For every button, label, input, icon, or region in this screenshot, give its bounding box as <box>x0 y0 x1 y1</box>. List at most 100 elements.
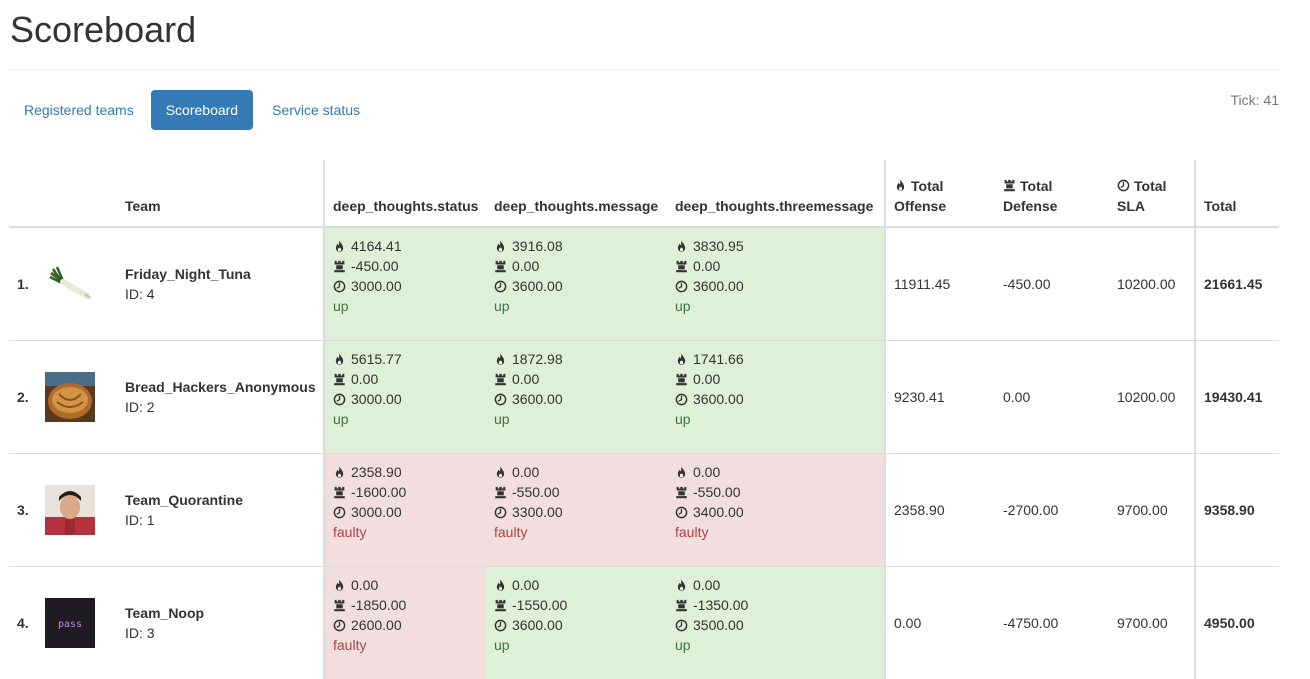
flame-icon <box>894 178 911 194</box>
rank-header <box>9 160 37 227</box>
service-header: deep_thoughts.status <box>324 160 486 227</box>
defense-score: 0.00 <box>512 369 539 389</box>
team-id: ID: 1 <box>125 510 315 530</box>
total-cell: 19430.41 <box>1195 341 1279 454</box>
defense-score-line: -1600.00 <box>333 482 478 502</box>
team-id: ID: 2 <box>125 397 315 417</box>
scoreboard-table: Team deep_thoughts.status deep_thoughts.… <box>9 160 1279 679</box>
service-status: faulty <box>494 522 659 542</box>
service-cell: 0.00-550.003300.00faulty <box>486 454 667 567</box>
flame-icon <box>333 353 351 366</box>
flame-icon <box>333 579 351 592</box>
offense-score: 0.00 <box>512 462 539 482</box>
total-offense-cell: 2358.90 <box>885 454 995 567</box>
nav-tabs: Registered teams Scoreboard Service stat… <box>9 90 375 130</box>
team-header: Team <box>117 160 324 227</box>
team-row: 3.Team_QuorantineID: 12358.90-1600.00300… <box>9 454 1279 567</box>
service-status: faulty <box>333 522 478 542</box>
offense-score: 4164.41 <box>351 236 402 256</box>
offense-score: 2358.90 <box>351 462 402 482</box>
rook-icon <box>333 373 351 386</box>
avatar-cell <box>37 227 117 341</box>
offense-score-line: 3916.08 <box>494 236 659 256</box>
sla-score-line: 3600.00 <box>494 389 659 409</box>
offense-score-line: 0.00 <box>675 462 876 482</box>
offense-score-line: 1872.98 <box>494 349 659 369</box>
total-sla-header: Total SLA <box>1109 160 1195 227</box>
service-status: up <box>494 296 659 316</box>
sla-score-line: 3300.00 <box>494 502 659 522</box>
flame-icon <box>494 579 512 592</box>
service-cell: 4164.41-450.003000.00up <box>324 227 486 341</box>
service-status: up <box>494 409 659 429</box>
flame-icon <box>494 466 512 479</box>
total-sla-cell: 10200.00 <box>1109 227 1195 341</box>
offense-score: 5615.77 <box>351 349 402 369</box>
flame-icon <box>675 240 693 253</box>
service-status: up <box>675 296 876 316</box>
team-row: 2.Bread_Hackers_AnonymousID: 25615.770.0… <box>9 341 1279 454</box>
team-cell: Team_QuorantineID: 1 <box>117 454 324 567</box>
defense-score: -1850.00 <box>351 595 406 615</box>
rook-icon <box>675 599 693 612</box>
flame-icon <box>675 353 693 366</box>
defense-score-line: -550.00 <box>675 482 876 502</box>
sla-score-line: 3000.00 <box>333 502 478 522</box>
sla-score: 3600.00 <box>512 615 563 635</box>
flame-icon <box>494 240 512 253</box>
tab-service-status[interactable]: Service status <box>257 90 375 130</box>
offense-score: 1741.66 <box>693 349 744 369</box>
service-status: up <box>675 409 876 429</box>
offense-score: 3916.08 <box>512 236 563 256</box>
tab-scoreboard[interactable]: Scoreboard <box>151 90 253 130</box>
service-status: faulty <box>675 522 876 542</box>
rook-icon <box>675 486 693 499</box>
clock-icon <box>333 393 351 406</box>
sla-score-line: 3000.00 <box>333 276 478 296</box>
rook-icon <box>494 260 512 273</box>
rank-cell: 3. <box>9 454 37 567</box>
rook-icon <box>333 599 351 612</box>
header-row: Team deep_thoughts.status deep_thoughts.… <box>9 160 1279 227</box>
avatar-header <box>37 160 117 227</box>
clock-icon <box>494 393 512 406</box>
offense-score-line: 5615.77 <box>333 349 478 369</box>
offense-score: 0.00 <box>693 462 720 482</box>
defense-score: 0.00 <box>512 256 539 276</box>
total-defense-cell: -450.00 <box>995 227 1109 341</box>
total-offense-cell: 11911.45 <box>885 227 995 341</box>
clock-icon <box>333 280 351 293</box>
flame-icon <box>675 466 693 479</box>
clock-icon <box>675 393 693 406</box>
sla-score-line: 3600.00 <box>675 389 876 409</box>
offense-score-line: 0.00 <box>333 575 478 595</box>
offense-score-line: 2358.90 <box>333 462 478 482</box>
team-row: 4.passTeam_NoopID: 30.00-1850.002600.00f… <box>9 567 1279 679</box>
defense-score-line: 0.00 <box>494 256 659 276</box>
clock-icon <box>675 619 693 632</box>
sla-score-line: 3500.00 <box>675 615 876 635</box>
tab-registered-teams[interactable]: Registered teams <box>9 90 149 130</box>
defense-score: -450.00 <box>351 256 398 276</box>
clock-icon <box>494 619 512 632</box>
defense-score: -550.00 <box>512 482 559 502</box>
team-name: Bread_Hackers_Anonymous <box>125 377 315 397</box>
service-cell: 3916.080.003600.00up <box>486 227 667 341</box>
offense-score: 0.00 <box>693 575 720 595</box>
total-defense-cell: 0.00 <box>995 341 1109 454</box>
service-status: up <box>675 635 876 655</box>
rook-icon <box>494 486 512 499</box>
avatar-text: pass <box>58 619 82 630</box>
defense-score: 0.00 <box>693 256 720 276</box>
service-cell: 0.00-1350.003500.00up <box>667 567 885 679</box>
offense-score-line: 4164.41 <box>333 236 478 256</box>
defense-score-line: -1550.00 <box>494 595 659 615</box>
service-cell: 0.00-1550.003600.00up <box>486 567 667 679</box>
offense-score-line: 3830.95 <box>675 236 876 256</box>
total-defense-cell: -2700.00 <box>995 454 1109 567</box>
sla-score-line: 3000.00 <box>333 389 478 409</box>
clock-icon <box>333 619 351 632</box>
service-status: up <box>333 296 478 316</box>
service-cell: 0.00-1850.002600.00faulty <box>324 567 486 679</box>
service-status: up <box>494 635 659 655</box>
